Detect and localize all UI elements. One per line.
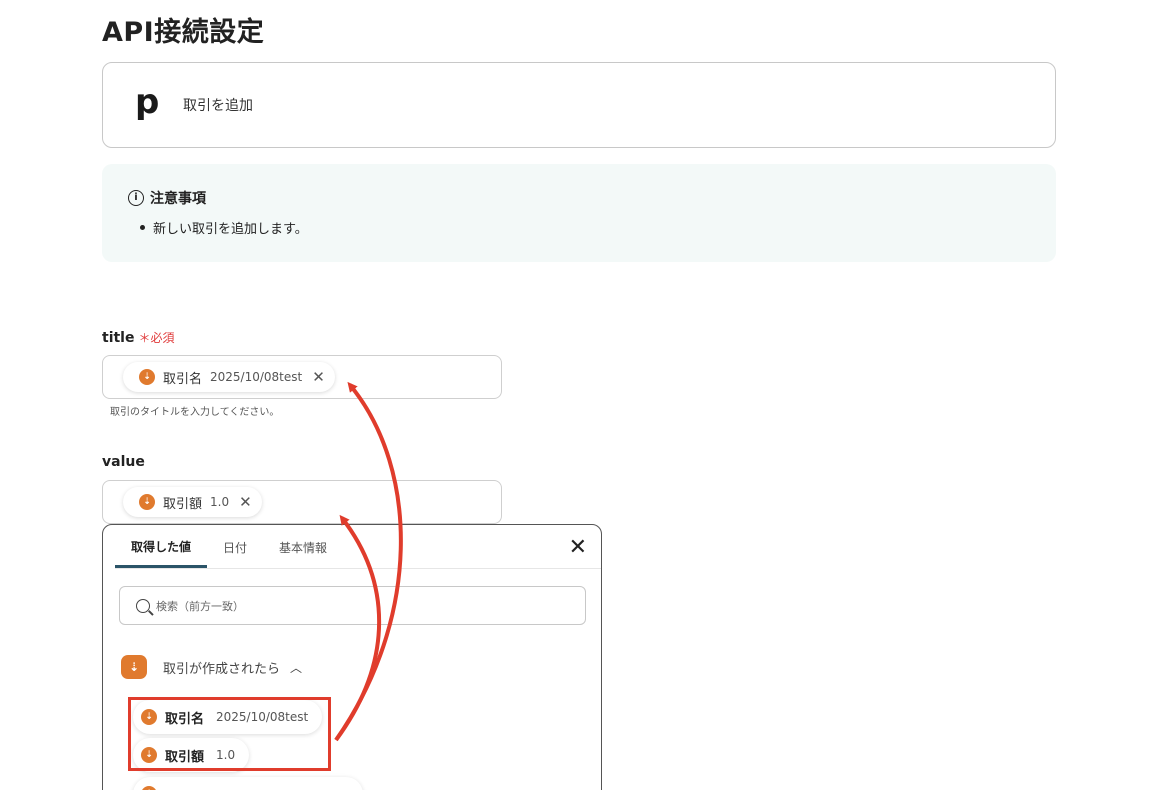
title-value-chip[interactable]: ⇣ 取引名 2025/10/08test ✕ [123,362,335,392]
trigger-icon: ⇣ [121,655,147,679]
notice-heading-text: 注意事項 [150,191,206,207]
list-item[interactable]: ⇣ [133,777,363,790]
trigger-section-header[interactable]: ⇣ 取引が作成されたら ︿ [121,655,302,679]
trigger-icon: ⇣ [139,369,155,385]
tab-obtained-values[interactable]: 取得した値 [115,538,208,568]
title-label-text: title [102,330,135,346]
close-icon[interactable]: ✕ [569,537,587,559]
app-action-label: 取引を追加 [183,98,253,114]
search-placeholder: 検索（前方一致） [156,599,244,613]
remove-chip-icon[interactable]: ✕ [312,368,325,386]
value-field-label: value [102,454,145,470]
search-icon [136,598,150,613]
tab-basic-info[interactable]: 基本情報 [263,539,343,568]
chip-value: 2025/10/08test [210,370,303,384]
notice-item-text: 新しい取引を追加します。 [153,222,308,237]
notice-list: 新しい取引を追加します。 [128,218,1030,237]
value-value-chip[interactable]: ⇣ 取引額 1.0 ✕ [123,487,262,517]
title-field-label: title ＊必須 [102,329,175,346]
search-input[interactable]: 検索（前方一致） [119,586,586,625]
bullet-icon [140,225,145,230]
title-help-text: 取引のタイトルを入力してください。 [110,407,280,418]
tab-date[interactable]: 日付 [207,539,263,568]
app-card: p 取引を追加 [102,62,1056,148]
required-badge: ＊必須 [138,331,175,345]
remove-chip-icon[interactable]: ✕ [239,493,252,511]
title-field[interactable]: ⇣ 取引名 2025/10/08test ✕ [102,355,502,399]
info-icon: i [128,190,144,206]
chip-name: 取引額 [163,496,203,512]
value-field[interactable]: ⇣ 取引額 1.0 ✕ [102,480,502,524]
notice-panel: i 注意事項 新しい取引を追加します。 [102,164,1056,262]
notice-item: 新しい取引を追加します。 [140,218,1030,237]
picker-tabs: 取得した値 日付 基本情報 [115,525,601,569]
trigger-icon: ⇣ [141,786,157,790]
annotation-highlight-box [128,697,331,771]
section-title: 取引が作成されたら [163,661,281,677]
chip-name: 取引名 [163,371,203,387]
page-title: API接続設定 [102,17,265,48]
value-label-text: value [102,454,145,470]
trigger-icon: ⇣ [139,494,155,510]
chip-value: 1.0 [210,495,230,509]
notice-heading: i 注意事項 [128,188,1030,208]
app-logo: p [135,82,160,122]
chevron-up-icon[interactable]: ︿ [290,659,302,676]
